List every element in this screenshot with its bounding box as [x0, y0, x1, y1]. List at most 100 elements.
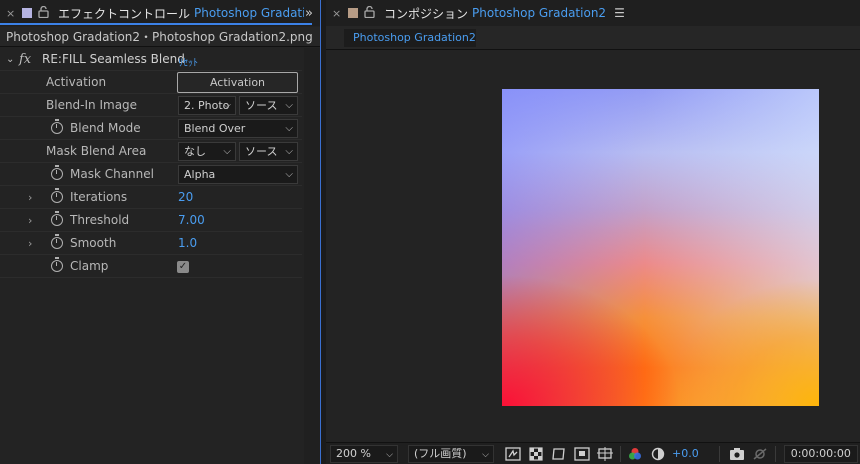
panel-title: コンポジション [384, 6, 469, 21]
source-select[interactable]: ソース ⌵ [239, 96, 298, 115]
exposure-reset-icon[interactable] [649, 446, 667, 462]
current-time-display[interactable]: 0:00:00:00 [783, 444, 858, 463]
zoom-value: 200 % [336, 446, 371, 460]
chevron-down-icon: ⌵ [285, 100, 293, 111]
expand-arrow-icon[interactable]: › [28, 237, 32, 250]
layer-path: Photoshop Gradation2・Photoshop Gradation… [0, 27, 320, 47]
guides-grid-icon[interactable] [596, 446, 614, 462]
mask-source-select[interactable]: ソース ⌵ [239, 142, 298, 161]
mask-layer-select[interactable]: なし ⌵ [178, 142, 236, 161]
chevron-down-icon: ⌵ [285, 146, 293, 157]
stopwatch-icon[interactable] [51, 234, 63, 249]
property-label: Clamp [70, 259, 109, 273]
label-color-swatch[interactable] [348, 8, 358, 18]
chevron-down-icon: ⌵ [386, 449, 393, 460]
mask-layer-value: なし [184, 145, 206, 158]
blend-mode-select[interactable]: Blend Over ⌵ [178, 119, 298, 138]
panel-subtitle: Photoshop Gradation2 [472, 6, 607, 20]
property-threshold: › Threshold 7.00 [0, 209, 302, 232]
lock-icon[interactable] [364, 5, 376, 21]
stopwatch-icon[interactable] [51, 188, 63, 203]
property-label: Mask Blend Area [46, 144, 147, 158]
viewer-toolbar: 200 % ⌵ (フル画質) ⌵ +0.0 0:00:00:00 [326, 442, 860, 464]
composition-canvas[interactable] [502, 89, 819, 406]
mask-channel-select[interactable]: Alpha ⌵ [178, 165, 298, 184]
activation-button[interactable]: Activation [177, 72, 298, 93]
effect-properties: ⌄ fx RE:FILL Seamless Blend ﾘｾｯﾄ Activat… [0, 48, 302, 278]
stopwatch-icon[interactable] [51, 257, 63, 272]
blend-mode-value: Blend Over [184, 122, 246, 135]
effect-controls-panel: × エフェクトコントロール Photoshop Gradation » Phot… [0, 0, 321, 464]
threshold-value[interactable]: 7.00 [178, 213, 205, 227]
property-label: Threshold [70, 213, 130, 227]
effect-controls-tab[interactable]: × エフェクトコントロール Photoshop Gradation » [0, 0, 320, 26]
tab-active-indicator [0, 23, 312, 25]
property-label: Activation [46, 75, 107, 89]
comp-tab[interactable]: Photoshop Gradation2 [344, 29, 476, 47]
property-smooth: › Smooth 1.0 [0, 232, 302, 255]
color-channels-icon[interactable] [626, 446, 644, 462]
property-label: Mask Channel [70, 167, 154, 181]
composition-tab[interactable]: × コンポジション Photoshop Gradation2 ☰ [326, 0, 860, 26]
toolbar-divider [718, 445, 720, 462]
stopwatch-icon[interactable] [51, 165, 63, 180]
collapse-arrow-icon[interactable]: ⌄ [6, 54, 14, 65]
close-icon[interactable]: × [332, 7, 348, 20]
chevron-down-icon: ⌵ [223, 146, 231, 157]
scrollbar[interactable] [304, 48, 320, 464]
toolbar-divider [774, 445, 776, 462]
effect-name: RE:FILL Seamless Blend [42, 52, 185, 66]
fast-previews-icon[interactable] [504, 446, 522, 462]
iterations-value[interactable]: 20 [178, 190, 193, 204]
chevron-down-icon: ⌵ [482, 449, 489, 460]
composition-viewer[interactable] [326, 51, 860, 442]
show-snapshot-icon[interactable] [751, 446, 769, 462]
clamp-checkbox[interactable]: ✓ [177, 261, 189, 273]
chevron-down-icon: ⌵ [223, 100, 231, 111]
property-label: Smooth [70, 236, 117, 250]
label-color-swatch[interactable] [22, 8, 32, 18]
property-blend-mode: Blend Mode Blend Over ⌵ [0, 117, 302, 140]
expand-arrow-icon[interactable]: › [28, 214, 32, 227]
lock-icon[interactable] [38, 5, 50, 21]
property-activation: Activation Activation [0, 71, 302, 94]
chevron-down-icon: ⌵ [285, 169, 293, 180]
property-mask-blend-area: Mask Blend Area なし ⌵ ソース ⌵ [0, 140, 302, 163]
panel-menu-icon[interactable]: ☰ [614, 6, 625, 20]
resolution-select[interactable]: (フル画質) ⌵ [408, 444, 494, 463]
stopwatch-icon[interactable] [51, 119, 63, 134]
source-select-value: ソース [245, 99, 278, 112]
effect-header-row[interactable]: ⌄ fx RE:FILL Seamless Blend ﾘｾｯﾄ [0, 48, 302, 71]
camera-icon[interactable] [728, 446, 746, 462]
comp-tab-row: Photoshop Gradation2 [326, 26, 860, 50]
property-label: Iterations [70, 190, 128, 204]
expand-arrow-icon[interactable]: › [28, 191, 32, 204]
property-label: Blend Mode [70, 121, 141, 135]
gradation-overlay [502, 89, 819, 406]
region-of-interest-icon[interactable] [573, 446, 591, 462]
property-label: Blend-In Image [46, 98, 138, 112]
close-icon[interactable]: × [6, 7, 22, 20]
resolution-value: (フル画質) [414, 446, 467, 460]
property-iterations: › Iterations 20 [0, 186, 302, 209]
panel-title: エフェクトコントロール [58, 6, 191, 21]
fx-icon[interactable]: fx [19, 52, 31, 67]
reset-link[interactable]: ﾘｾｯﾄ [178, 54, 198, 69]
stopwatch-icon[interactable] [51, 211, 63, 226]
toolbar-divider [620, 445, 621, 462]
smooth-value[interactable]: 1.0 [178, 236, 197, 250]
mask-source-value: ソース [245, 145, 278, 158]
panel-subtitle: Photoshop Gradation [194, 6, 304, 20]
transparency-grid-icon[interactable] [527, 446, 545, 462]
zoom-select[interactable]: 200 % ⌵ [330, 444, 398, 463]
mask-path-visibility-icon[interactable] [550, 446, 568, 462]
layer-select[interactable]: 2. Photo ⌵ [178, 96, 236, 115]
mask-channel-value: Alpha [184, 168, 216, 181]
chevron-down-icon: ⌵ [285, 123, 293, 134]
property-blend-in-image: Blend-In Image 2. Photo ⌵ ソース ⌵ [0, 94, 302, 117]
property-mask-channel: Mask Channel Alpha ⌵ [0, 163, 302, 186]
exposure-value[interactable]: +0.0 [672, 447, 699, 460]
property-clamp: Clamp ✓ [0, 255, 302, 278]
composition-panel: × コンポジション Photoshop Gradation2 ☰ Photosh… [326, 0, 860, 464]
expand-panels-icon[interactable]: » [305, 6, 313, 21]
